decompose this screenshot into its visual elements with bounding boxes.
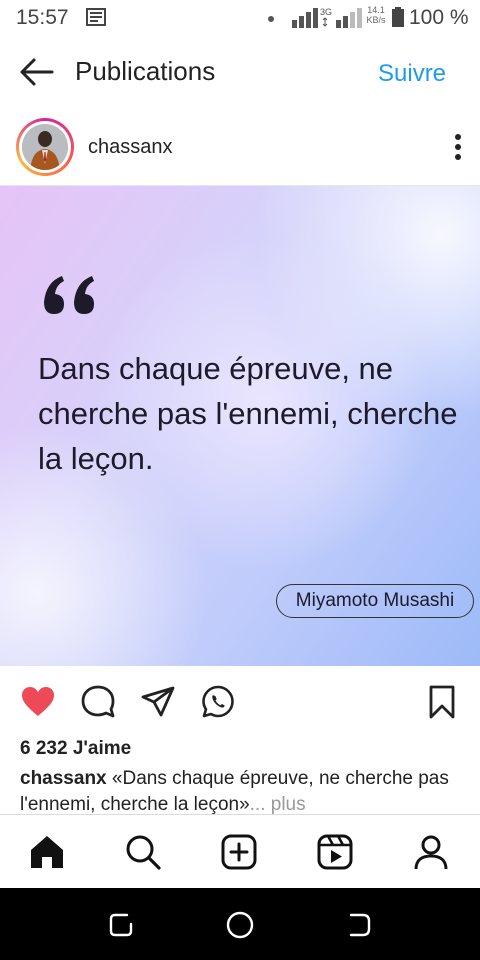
more-vertical-icon[interactable] [446, 132, 470, 162]
whatsapp-icon[interactable] [200, 684, 236, 720]
battery-icon [392, 7, 404, 27]
heart-filled-icon[interactable] [20, 684, 56, 720]
status-bar: 15:57 3G 14.1 KB/s 100 % [0, 0, 480, 36]
post-username[interactable]: chassanx [88, 136, 173, 159]
comment-icon[interactable] [80, 684, 116, 720]
bottom-nav [0, 814, 480, 888]
caption-username[interactable]: chassanx [20, 768, 107, 789]
search-icon[interactable] [124, 833, 162, 871]
profile-icon[interactable] [412, 833, 450, 871]
status-time: 15:57 [16, 6, 69, 29]
quote-text: Dans chaque épreuve, ne cherche pas l'en… [38, 351, 458, 476]
notification-dot-icon [268, 16, 274, 22]
add-post-icon[interactable] [220, 833, 258, 871]
news-icon [86, 8, 106, 26]
follow-button[interactable]: Suivre [378, 60, 446, 88]
caption-more-link[interactable]: ... plus [250, 794, 306, 814]
post-header: chassanx [0, 110, 480, 186]
home-circle-icon[interactable] [225, 910, 255, 940]
back-icon[interactable] [344, 910, 374, 940]
app-header: Publications Suivre [0, 36, 480, 110]
signal-icon: 3G [292, 7, 332, 28]
arrow-left-icon[interactable] [16, 54, 56, 90]
reels-icon[interactable] [316, 833, 354, 871]
network-speed: 14.1 KB/s [366, 5, 386, 25]
network-type: 3G [320, 7, 332, 17]
post-actions [0, 666, 480, 738]
post-image[interactable]: Dans chaque épreuve, ne cherche pas l'en… [0, 186, 480, 666]
home-icon[interactable] [28, 833, 66, 871]
recents-icon[interactable] [106, 910, 136, 940]
quote-author: Miyamoto Musashi [276, 584, 474, 618]
bookmark-icon[interactable] [424, 684, 460, 720]
avatar-image [22, 124, 68, 170]
avatar[interactable] [16, 118, 74, 176]
signal-2-icon [336, 8, 362, 28]
send-icon[interactable] [140, 684, 176, 720]
page-title: Publications [75, 56, 216, 86]
system-nav-bar [0, 888, 480, 960]
quote-mark-icon [44, 276, 94, 314]
post-caption: chassanx «Dans chaque épreuve, ne cherch… [20, 766, 460, 814]
battery-level: 100 % [409, 6, 469, 29]
likes-count[interactable]: 6 232 J'aime [20, 738, 131, 760]
